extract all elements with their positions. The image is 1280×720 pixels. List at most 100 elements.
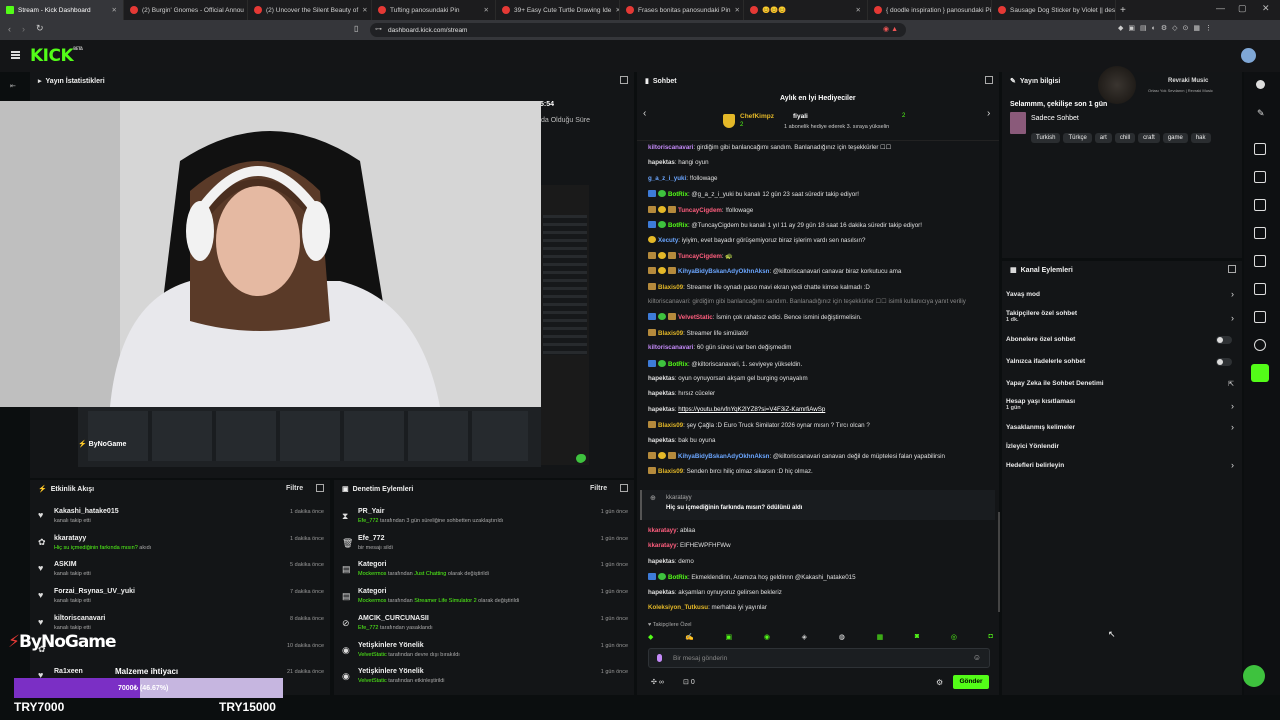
- popout-icon[interactable]: [620, 76, 628, 84]
- site-info-icon[interactable]: ⊶: [375, 25, 382, 33]
- chat-username[interactable]: Blaxis09: [658, 330, 683, 337]
- sidebar-icon-3[interactable]: [1254, 199, 1266, 211]
- emote-7[interactable]: ▦: [877, 633, 884, 643]
- chat-input[interactable]: Bir mesaj gönderin ☺: [648, 648, 990, 668]
- chat-message[interactable]: KihyaBidyBskanAdyOkhnAksn: @kiltoriscana…: [648, 452, 998, 460]
- channel-action-row[interactable]: Takipçilere özel sohbet 1 dk. ›: [1006, 310, 1238, 324]
- sidebar-edit-icon[interactable]: ✎: [1257, 108, 1265, 119]
- tab-close-icon[interactable]: ✕: [362, 6, 367, 14]
- activity-filter-button[interactable]: Filtre: [286, 485, 303, 492]
- send-button[interactable]: Gönder: [953, 675, 989, 689]
- chat-message[interactable]: kiltoriscanavari: girdiğim gibi banlanca…: [648, 144, 998, 151]
- emote-10[interactable]: ◘: [989, 633, 993, 643]
- sidebar-icon-1[interactable]: [1254, 143, 1266, 155]
- sidebar-icon-8[interactable]: [1254, 339, 1266, 351]
- mic-icon[interactable]: [657, 654, 662, 662]
- activity-row[interactable]: ♥ ASKIM kanalı takip etti 5 dakika önce: [30, 558, 328, 584]
- leaderboard-next-icon[interactable]: ›: [987, 108, 990, 119]
- sidebar-active-icon[interactable]: [1251, 364, 1269, 382]
- channel-action-row[interactable]: İzleyici Yönlendir: [1006, 443, 1238, 457]
- chat-message[interactable]: hapektas: bak bu oyuna: [648, 437, 998, 444]
- chat-message[interactable]: BotRix: @kiltoriscanavari, 1. seviyeye y…: [648, 359, 998, 368]
- chat-message[interactable]: Blaxis09: Streamer life oynadı paso mavi…: [648, 282, 998, 291]
- chat-message[interactable]: BotRix: Ekmeklendinn, Aramıza hoş geldin…: [648, 573, 998, 581]
- bookmark-icon[interactable]: ▯: [354, 24, 358, 33]
- browser-tab[interactable]: (2) Burgin' Gnomes - Official Annou✕: [124, 0, 248, 20]
- chat-username[interactable]: hapektas: [648, 375, 675, 382]
- chat-message[interactable]: Blaxis09: Streamer life simülatör: [648, 328, 998, 337]
- chat-message[interactable]: BotRix: @TuncayCigdem bu kanalı 1 yıl 11…: [648, 221, 998, 229]
- maximize-icon[interactable]: ▢: [1238, 3, 1247, 14]
- chat-username[interactable]: Blaxis09: [658, 468, 683, 475]
- chat-username[interactable]: hapektas: [648, 437, 675, 444]
- chat-message[interactable]: kkaratayy: EIFHEWPFHFWw: [648, 542, 998, 549]
- channel-action-row[interactable]: Abonelere özel sohbet: [1006, 336, 1238, 350]
- stream-tag[interactable]: game: [1162, 133, 1188, 143]
- user-avatar[interactable]: [1241, 48, 1256, 63]
- sidebar-icon-2[interactable]: [1254, 171, 1266, 183]
- stream-tag[interactable]: Türkçe: [1063, 133, 1092, 143]
- chat-message[interactable]: Blaxis09: Senden bırcı hiliç olmaz sikar…: [648, 467, 998, 475]
- stream-tag[interactable]: craft: [1138, 133, 1160, 143]
- back-icon[interactable]: ‹: [8, 24, 11, 34]
- chat-username[interactable]: Blaxis09: [658, 284, 683, 291]
- chat-username[interactable]: Koleksiyon_Tutkusu: [648, 604, 708, 611]
- chat-username[interactable]: Xecuty: [658, 237, 678, 244]
- chat-username[interactable]: kiltoriscanavari: [648, 144, 693, 151]
- channel-action-row[interactable]: Hesap yaşı kısıtlaması 1 gün ›: [1006, 398, 1238, 412]
- moderation-row[interactable]: ⊘ AMCIK_CURCUNASII Efe_772 tarafından yasa…: [334, 612, 632, 638]
- chat-message[interactable]: BotRix: @g_a_z_i_yuki bu kanalı 12 gün 2…: [648, 190, 998, 198]
- moderation-row[interactable]: 🗑 Efe_772 bir mesajı sildi 1 gün önce: [334, 532, 632, 558]
- emote-8[interactable]: ◙: [915, 633, 919, 643]
- moderation-row[interactable]: ▤ Kategori Mockermos tarafından Streamer L…: [334, 585, 632, 611]
- channel-action-row[interactable]: Yavaş mod ›: [1006, 289, 1238, 305]
- chat-message[interactable]: hapektas: akşamları oynuyoruz gelirsen b…: [648, 589, 998, 596]
- stream-tag[interactable]: art: [1094, 133, 1112, 143]
- chat-username[interactable]: VelvetStatic: [678, 314, 713, 321]
- sidebar-info-icon[interactable]: [1256, 80, 1265, 89]
- support-icon[interactable]: [1243, 665, 1265, 687]
- forward-icon[interactable]: ›: [22, 24, 25, 34]
- chat-popout-icon[interactable]: [985, 76, 993, 84]
- emoji-icon[interactable]: ☺: [973, 653, 981, 662]
- chat-username[interactable]: KihyaBidyBskanAdyOkhnAksn: [678, 453, 769, 460]
- chat-message[interactable]: VelvetStatic: İsmin çok rahatsız edici. …: [648, 313, 998, 321]
- toggle-switch[interactable]: [1216, 336, 1232, 344]
- stream-tag[interactable]: Turkish: [1031, 133, 1061, 143]
- chat-message[interactable]: TuncayCigdem: !followage: [648, 205, 998, 214]
- moderation-popout-icon[interactable]: [620, 484, 628, 492]
- toggle-switch[interactable]: [1216, 358, 1232, 366]
- sidebar-icon-4[interactable]: [1254, 227, 1266, 239]
- moderation-row[interactable]: ◉ Yetişkinlere Yönelik VelvetStatic tarafı…: [334, 639, 632, 665]
- channel-actions-popout-icon[interactable]: [1228, 265, 1236, 273]
- chat-username[interactable]: hapektas: [648, 390, 675, 397]
- url-field[interactable]: ⊶ dashboard.kick.com/stream ◉ ▲: [370, 23, 906, 37]
- toolbar-icons[interactable]: ◆▣▤◐⚙◇⊙▦⋮: [1118, 24, 1217, 32]
- sidebar-icon-5[interactable]: [1254, 255, 1266, 267]
- chat-message[interactable]: hapektas: hangi oyun: [648, 159, 998, 166]
- activity-row[interactable]: ♥ Kakashi_hatake015 kanalı takip etti 1 dak…: [30, 505, 328, 531]
- chat-username[interactable]: TuncayCigdem: [678, 253, 722, 260]
- tab-close-icon[interactable]: ✕: [484, 6, 489, 14]
- chat-message[interactable]: hapektas: hırsız cüceler: [648, 390, 998, 397]
- chat-username[interactable]: hapektas: [648, 589, 675, 596]
- tab-close-icon[interactable]: ✕: [856, 6, 861, 14]
- emote-3[interactable]: ▣: [726, 633, 733, 643]
- emote-2[interactable]: ✍: [685, 633, 694, 643]
- close-window-icon[interactable]: ✕: [1262, 3, 1270, 14]
- chat-username[interactable]: kkaratayy: [648, 542, 677, 549]
- chat-message[interactable]: KihyaBidyBskanAdyOkhnAksn: @kiltoriscana…: [648, 267, 998, 275]
- emote-4[interactable]: ◉: [764, 633, 770, 643]
- emote-bar[interactable]: ◆ ✍ ▣ ◉ ◈ ◍ ▦ ◙ ◎ ◘: [648, 633, 993, 643]
- moderation-filter-button[interactable]: Filtre: [590, 485, 607, 492]
- chat-message[interactable]: TuncayCigdem: 🐢: [648, 251, 998, 260]
- sidebar-icon-7[interactable]: [1254, 311, 1266, 323]
- chat-username[interactable]: BotRix: [668, 361, 688, 368]
- emote-5[interactable]: ◈: [802, 633, 807, 643]
- reload-icon[interactable]: ↻: [36, 23, 44, 34]
- channel-action-row[interactable]: Hedefleri belirleyin ›: [1006, 460, 1238, 476]
- activity-row[interactable]: ♥ Forzai_Rsynas_UV_yuki kanalı takip etti 7…: [30, 585, 328, 611]
- browser-tab[interactable]: (2) Uncover the Silent Beauty of ✕: [248, 0, 372, 20]
- sidebar-icon-6[interactable]: [1254, 283, 1266, 295]
- chat-username[interactable]: KihyaBidyBskanAdyOkhnAksn: [678, 268, 769, 275]
